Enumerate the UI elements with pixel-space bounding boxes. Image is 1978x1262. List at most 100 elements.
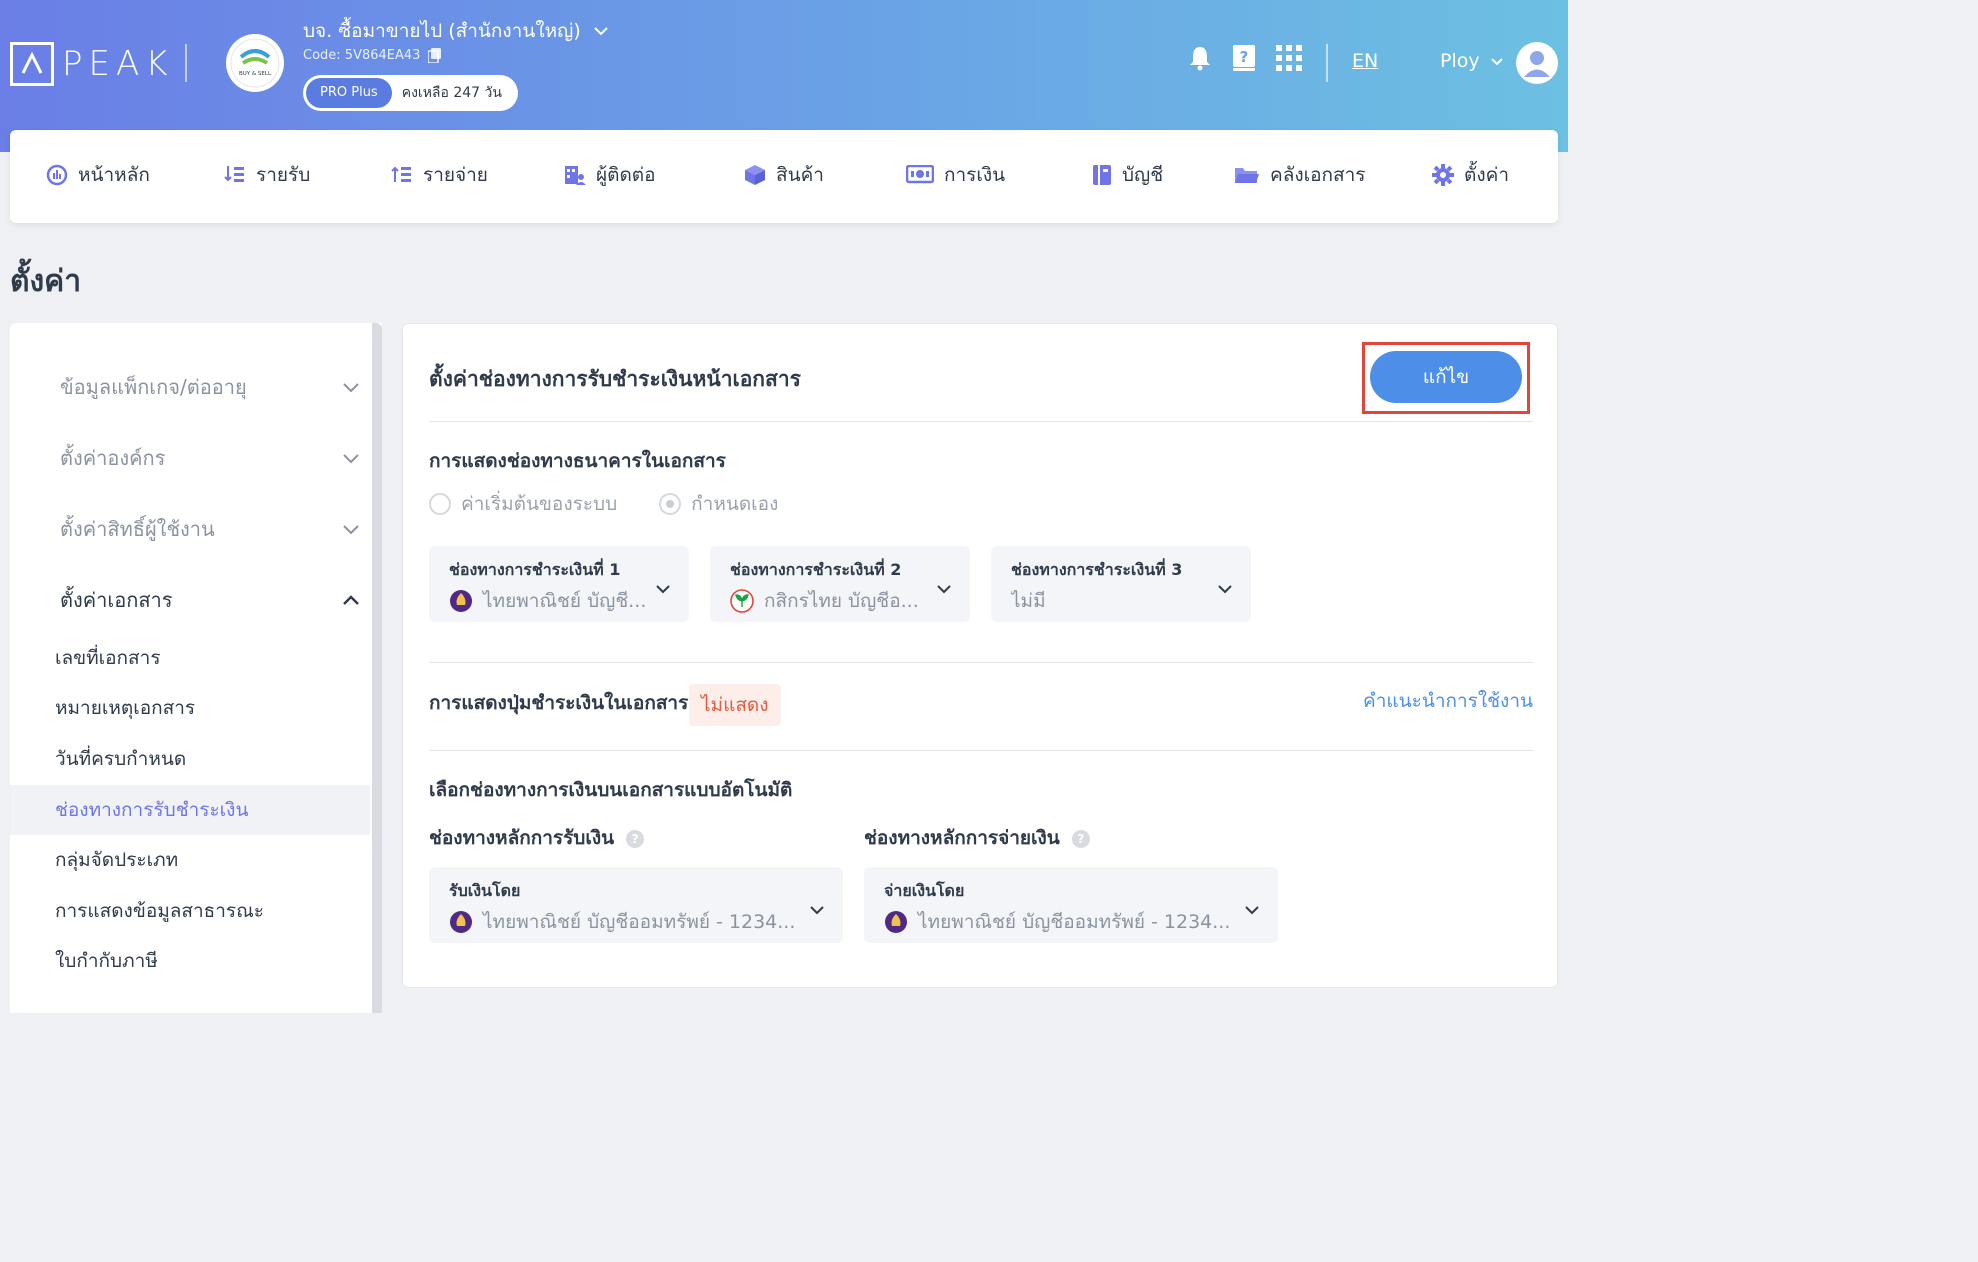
pay-account-select[interactable]: จ่ายเงินโดย ไทยพาณิชย์ บัญชีออมทรัพย์ - … [864, 867, 1278, 943]
divider [429, 421, 1533, 422]
company-code: Code: 5V864EA43 [303, 48, 442, 63]
sidebar-group-package[interactable]: ข้อมูลแพ็กเกจ/ต่ออายุ [60, 371, 360, 403]
sidebar-item-due-date[interactable]: วันที่ครบกำหนด [10, 734, 370, 784]
edit-button-highlight: แก้ไข [1362, 342, 1530, 414]
nav-item-contacts[interactable]: ผู้ติดต่อ [564, 160, 656, 190]
user-avatar[interactable] [1516, 42, 1558, 84]
scb-bank-icon [450, 590, 472, 612]
income-icon [224, 166, 244, 182]
payment-channel-2-select[interactable]: ช่องทางการชำระเงินที่ 2 กสิกรไทย บัญชีอ.… [710, 546, 970, 622]
help-question-icon[interactable]: ? [626, 829, 645, 848]
company-logo[interactable]: BUY & SELL [226, 34, 284, 92]
bell-icon[interactable] [1186, 44, 1214, 72]
chevron-down-icon [343, 382, 359, 392]
product-box-icon [745, 165, 765, 185]
display-mode-radios: ค่าเริ่มต้นของระบบ กำหนดเอง [429, 489, 778, 519]
plan-badge[interactable]: PRO Plus คงเหลือ 247 วัน [303, 75, 518, 111]
sidebar-item-doc-remark[interactable]: หมายเหตุเอกสาร [10, 683, 370, 733]
nav-item-dashboard[interactable]: หน้าหลัก [46, 160, 150, 190]
svg-text:BUY & SELL: BUY & SELL [239, 71, 272, 77]
edit-button[interactable]: แก้ไข [1370, 351, 1522, 403]
auto-section-heading: เลือกช่องทางการเงินบนเอกสารแบบอัตโนมัติ [429, 779, 793, 801]
select-value: ไทยพาณิชย์ บัญชีออมทรัพย์ - 1234... [449, 907, 799, 937]
copy-icon[interactable] [428, 48, 442, 63]
nav-item-settings[interactable]: ตั้งค่า [1432, 160, 1509, 190]
help-question-icon[interactable]: ? [1071, 829, 1090, 848]
expense-icon [391, 166, 411, 182]
select-value: ไทยพาณิชย์ บัญชีออมทรัพย์ - 1234... [884, 907, 1234, 937]
sidebar-group-permissions[interactable]: ตั้งค่าสิทธิ์ผู้ใช้งาน [60, 513, 360, 545]
pay-heading: ช่องทางหลักการจ่ายเงิน? [864, 823, 1090, 853]
gear-icon [1432, 164, 1454, 186]
language-switch[interactable]: EN [1352, 50, 1378, 72]
panel-title: ตั้งค่าช่องทางการรับชำระเงินหน้าเอกสาร [429, 367, 801, 391]
status-badge: ไม่แสดง [689, 684, 781, 726]
scb-bank-icon [450, 911, 472, 933]
settings-sidebar: ข้อมูลแพ็กเกจ/ต่ออายุ ตั้งค่าองค์กร ตั้ง… [10, 323, 382, 1013]
main-nav: หน้าหลัก รายรับ รายจ่าย ผู้ติดต่อ สินค้า… [10, 130, 1558, 223]
radio-default-label: ค่าเริ่มต้นของระบบ [461, 493, 618, 515]
nav-label: ตั้งค่า [1464, 164, 1509, 186]
chevron-up-icon [343, 594, 359, 605]
company-code-text: Code: 5V864EA43 [303, 48, 421, 63]
radio-custom-label: กำหนดเอง [691, 493, 779, 515]
nav-label: สินค้า [776, 164, 824, 186]
nav-label: ผู้ติดต่อ [596, 164, 656, 186]
nav-item-income[interactable]: รายรับ [224, 160, 310, 190]
chevron-down-icon [594, 27, 608, 36]
sidebar-item-doc-number[interactable]: เลขที่เอกสาร [10, 633, 370, 683]
receive-heading: ช่องทางหลักการรับเงิน? [429, 823, 645, 853]
divider [429, 750, 1533, 751]
nav-label: คลังเอกสาร [1270, 164, 1366, 186]
nav-item-accounting[interactable]: บัญชี [1092, 160, 1163, 190]
logo-text: PEAK [62, 44, 174, 84]
money-icon [906, 165, 934, 184]
help-book-icon[interactable]: ? [1230, 44, 1258, 72]
select-label: ช่องทางการชำระเงินที่ 2 [730, 560, 902, 579]
sidebar-group-documents[interactable]: ตั้งค่าเอกสาร [60, 584, 360, 616]
chevron-down-icon [1245, 906, 1259, 915]
payment-channel-1-select[interactable]: ช่องทางการชำระเงินที่ 1 ไทยพาณิชย์ บัญชี… [429, 546, 689, 622]
receive-account-select[interactable]: รับเงินโดย ไทยพาณิชย์ บัญชีออมทรัพย์ - 1… [429, 867, 843, 943]
sidebar-item-payment-channels[interactable]: ช่องทางการรับชำระเงิน [10, 785, 370, 835]
radio-custom[interactable] [659, 493, 682, 515]
logo-mark [10, 42, 54, 86]
scb-bank-icon [885, 911, 907, 933]
sidebar-group-organization[interactable]: ตั้งค่าองค์กร [60, 442, 360, 474]
nav-item-finance[interactable]: การเงิน [906, 160, 1005, 190]
svg-text:?: ? [1240, 48, 1249, 66]
nav-label: รายจ่าย [423, 164, 488, 186]
contacts-icon [565, 166, 586, 185]
nav-item-products[interactable]: สินค้า [744, 160, 824, 190]
sidebar-group-label: ข้อมูลแพ็กเกจ/ต่ออายุ [60, 375, 247, 399]
payment-channel-3-select[interactable]: ช่องทางการชำระเงินที่ 3 ไม่มี [991, 546, 1251, 622]
dashboard-icon [46, 164, 68, 186]
pay-button-heading: การแสดงปุ่มชำระเงินในเอกสาร [429, 692, 689, 714]
sidebar-scrollbar[interactable] [372, 323, 382, 1013]
header-divider [185, 44, 187, 82]
apps-grid-icon[interactable] [1275, 44, 1303, 72]
select-label: ช่องทางการชำระเงินที่ 3 [1011, 560, 1183, 579]
nav-item-documents[interactable]: คลังเอกสาร [1234, 160, 1366, 190]
user-menu[interactable]: Ploy [1440, 50, 1504, 72]
user-name: Ploy [1440, 50, 1480, 72]
company-switcher[interactable]: บจ. ซื้อมาขายไป (สำนักงานใหญ่) [303, 16, 609, 46]
chevron-down-icon [937, 585, 951, 594]
company-name: บจ. ซื้อมาขายไป (สำนักงานใหญ่) [303, 20, 581, 42]
usage-guide-link[interactable]: คำแนะนำการใช้งาน [1363, 686, 1533, 716]
select-value: ไม่มี [1011, 590, 1046, 612]
select-value: กสิกรไทย บัญชีอ... [730, 586, 930, 616]
nav-item-expense[interactable]: รายจ่าย [391, 160, 488, 190]
sidebar-item-public-info[interactable]: การแสดงข้อมูลสาธารณะ [10, 886, 370, 936]
sidebar-item-classification[interactable]: กลุ่มจัดประเภท [10, 835, 370, 885]
sidebar-item-tax-invoice[interactable]: ใบกำกับภาษี [10, 936, 370, 986]
radio-default[interactable] [429, 493, 451, 515]
nav-label: บัญชี [1122, 164, 1164, 186]
peak-logo[interactable]: PEAK [10, 42, 174, 86]
chevron-down-icon [810, 906, 824, 915]
payment-settings-panel: ตั้งค่าช่องทางการรับชำระเงินหน้าเอกสาร แ… [402, 323, 1558, 988]
sidebar-group-label: ตั้งค่าเอกสาร [60, 588, 173, 612]
chevron-down-icon [1218, 585, 1232, 594]
bank-section-heading: การแสดงช่องทางธนาคารในเอกสาร [429, 450, 726, 472]
nav-label: หน้าหลัก [78, 164, 150, 186]
